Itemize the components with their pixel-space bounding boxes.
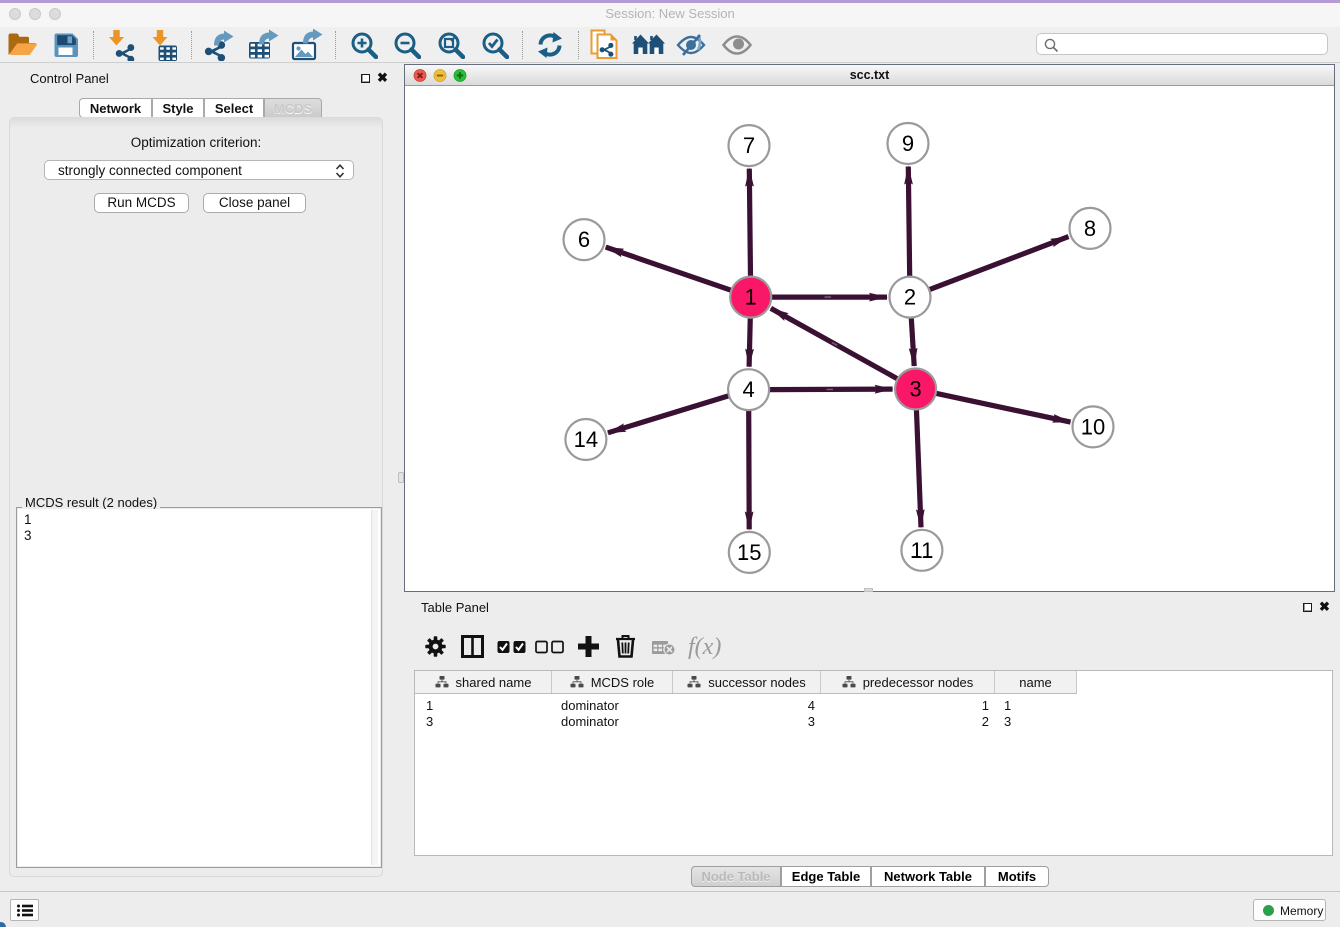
svg-text:7: 7 [743,133,755,158]
svg-text:3: 3 [909,377,921,402]
svg-text:10: 10 [1081,414,1105,439]
svg-text:8: 8 [1084,216,1096,241]
svg-text:2: 2 [904,285,916,310]
svg-text:9: 9 [902,131,914,156]
svg-text:15: 15 [737,540,761,565]
svg-text:1: 1 [745,285,757,310]
svg-text:14: 14 [574,427,598,452]
svg-text:4: 4 [742,377,754,402]
svg-text:11: 11 [910,538,933,563]
svg-text:6: 6 [578,227,590,252]
